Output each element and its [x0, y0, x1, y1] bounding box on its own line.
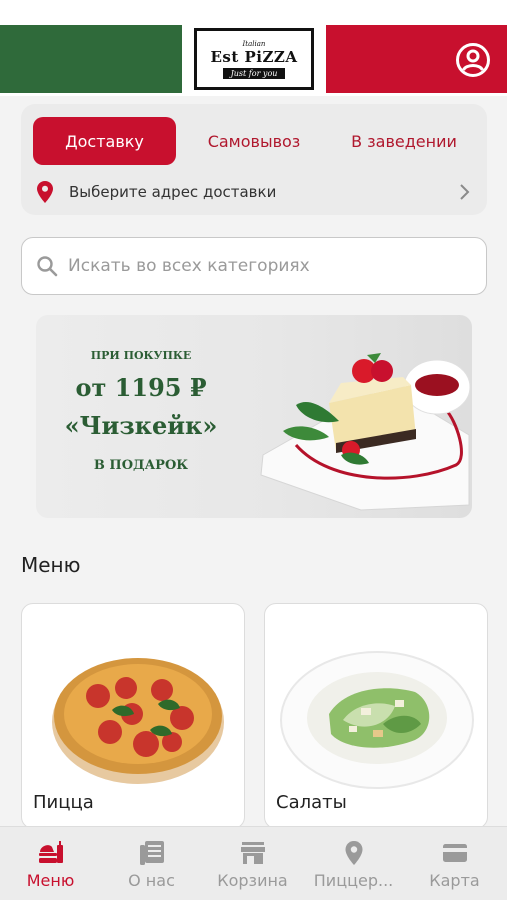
bottom-navigation: Меню О нас Корзина Пиццер... Карта: [0, 826, 507, 900]
promo-line-2: от 1195 ₽: [75, 373, 207, 402]
tab-in-venue[interactable]: В заведении: [333, 117, 475, 165]
promo-line-4: В ПОДАРОК: [93, 458, 189, 473]
pizza-image: [52, 658, 224, 784]
user-circle-icon[interactable]: [455, 42, 491, 78]
search-icon: [37, 256, 58, 277]
location-pin-icon: [345, 841, 363, 865]
nav-label-cart: Корзина: [217, 871, 288, 890]
store-icon: [241, 842, 265, 864]
logo-tagline-text: Just for you: [222, 67, 286, 79]
nav-item-menu[interactable]: Меню: [0, 827, 101, 900]
search-input[interactable]: [68, 249, 468, 283]
category-label-pizza: Пицца: [33, 792, 94, 813]
promo-line-1: ПРИ ПОКУПКЕ: [90, 349, 192, 362]
nav-label-pizzerias: Пиццер...: [313, 871, 394, 890]
nav-item-cart[interactable]: Корзина: [202, 827, 303, 900]
cheesecake-image: [260, 353, 471, 511]
category-label-salads: Салаты: [276, 792, 347, 813]
nav-item-card[interactable]: Карта: [404, 827, 505, 900]
nav-item-about[interactable]: О нас: [101, 827, 202, 900]
search-box: [21, 237, 487, 295]
promo-text-block: ПРИ ПОКУПКЕ от 1195 ₽ «Чизкейк» В ПОДАРО…: [36, 315, 246, 518]
nav-item-pizzerias[interactable]: Пиццер...: [303, 827, 404, 900]
promo-line-3: «Чизкейк»: [64, 411, 218, 440]
delivery-address-text: Выберите адрес доставки: [69, 183, 277, 201]
category-card-salads[interactable]: Салаты: [264, 603, 488, 829]
logo-italian-text: Italian: [242, 39, 266, 48]
brand-logo[interactable]: Italian Est PiZZA Just for you: [194, 28, 314, 90]
nav-label-card: Карта: [429, 871, 480, 890]
logo-name-text: Est PiZZA: [210, 47, 298, 66]
salad-image: [280, 651, 474, 789]
promo-banner[interactable]: ПРИ ПОКУПКЕ от 1195 ₽ «Чизкейк» В ПОДАРО…: [36, 315, 472, 518]
nav-label-about: О нас: [128, 871, 175, 890]
delivery-address-selector[interactable]: Выберите адрес доставки: [21, 174, 487, 210]
newspaper-icon: [140, 841, 164, 865]
location-pin-icon: [37, 181, 53, 203]
tab-delivery[interactable]: Доставку: [33, 117, 176, 165]
menu-food-icon: [39, 841, 63, 863]
card-icon: [443, 844, 467, 862]
delivery-mode-card: Доставку Самовывоз В заведении Выберите …: [21, 104, 487, 215]
menu-section-title: Меню: [21, 553, 81, 577]
header-green-band: [0, 25, 182, 93]
tab-pickup[interactable]: Самовывоз: [191, 117, 317, 165]
app-header: Italian Est PiZZA Just for you: [0, 0, 507, 96]
category-card-pizza[interactable]: Пицца: [21, 603, 245, 829]
nav-label-menu: Меню: [26, 871, 75, 890]
chevron-right-icon: [460, 184, 470, 200]
